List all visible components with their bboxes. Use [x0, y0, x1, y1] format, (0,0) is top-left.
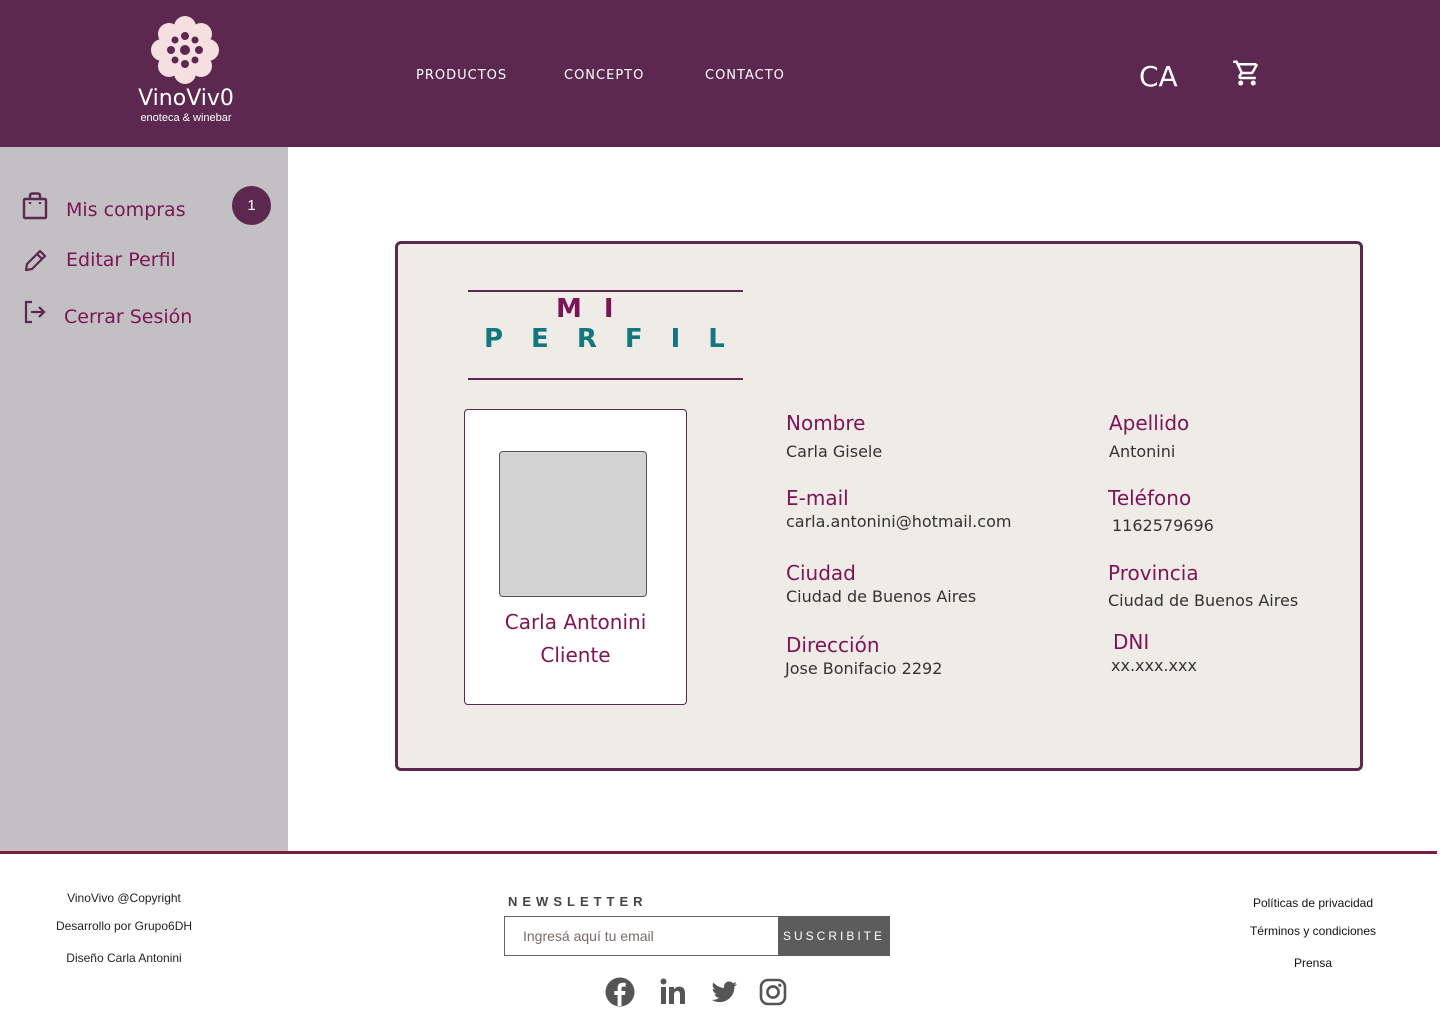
pencil-icon [24, 249, 47, 272]
footer-divider [0, 851, 1437, 854]
sidebar-item-label: Cerrar Sesión [64, 306, 193, 328]
brand-subtitle: enoteca & winebar [140, 112, 232, 124]
field-value-dni: xx.xxx.xxx [1111, 656, 1197, 675]
twitter-icon[interactable] [708, 976, 740, 1008]
field-value-telefono: 1162579696 [1112, 516, 1214, 535]
link-press[interactable]: Prensa [1233, 956, 1393, 970]
page-title-line1: MI [556, 294, 636, 324]
sidebar-item-label: Mis compras [66, 199, 186, 221]
field-label-direccion: Dirección [786, 633, 880, 657]
field-value-nombre: Carla Gisele [786, 442, 883, 461]
sidebar-item-mis-compras[interactable]: Mis compras [22, 191, 186, 221]
footer-design-credit: Diseño Carla Antonini [66, 951, 182, 965]
field-value-direccion: Jose Bonifacio 2292 [785, 659, 943, 678]
shopping-bag-icon [22, 192, 48, 220]
sidebar-item-label: Editar Perfil [66, 249, 176, 271]
field-value-provincia: Ciudad de Buenos Aires [1108, 591, 1299, 610]
field-label-telefono: Teléfono [1108, 486, 1192, 510]
field-value-apellido: Antonini [1109, 442, 1176, 461]
field-label-apellido: Apellido [1109, 411, 1190, 435]
footer-developer: Desarrollo por Grupo6DH [55, 919, 193, 933]
cart-icon[interactable] [1232, 58, 1262, 88]
field-value-ciudad: Ciudad de Buenos Aires [786, 587, 977, 606]
page-title-line2: PERFIL [484, 324, 753, 354]
brand-name: VinoViv0 [138, 86, 234, 111]
profile-card: MI PERFIL Carla Antonini Cliente Nombre … [395, 241, 1363, 771]
link-privacy-policy[interactable]: Políticas de privacidad [1233, 896, 1393, 910]
nav-contacto[interactable]: CONTACTO [705, 68, 785, 83]
profile-role: Cliente [540, 643, 611, 667]
nav-productos[interactable]: PRODUCTOS [416, 68, 507, 83]
header: VinoViv0 enoteca & winebar PRODUCTOS CON… [0, 0, 1440, 147]
field-label-ciudad: Ciudad [786, 561, 856, 585]
subscribe-button[interactable]: SUSCRIBITE [778, 916, 890, 956]
field-value-email: carla.antonini@hotmail.com [786, 512, 1012, 531]
field-label-nombre: Nombre [786, 411, 866, 435]
sidebar-item-cerrar-sesion[interactable]: Cerrar Sesión [22, 296, 192, 328]
field-label-email: E-mail [786, 486, 849, 510]
logo[interactable]: VinoViv0 enoteca & winebar [130, 16, 242, 126]
sidebar-item-editar-perfil[interactable]: Editar Perfil [22, 246, 176, 274]
purchases-count-badge: 1 [232, 186, 271, 225]
nav-concepto[interactable]: CONCEPTO [564, 68, 644, 83]
field-label-dni: DNI [1113, 630, 1150, 654]
title-divider-bottom [468, 378, 743, 380]
logo-flower-icon [151, 16, 219, 84]
facebook-icon[interactable] [604, 976, 636, 1008]
title-divider-top [468, 290, 743, 292]
user-initials[interactable]: CA [1139, 60, 1178, 93]
logout-icon [24, 300, 46, 324]
newsletter-email-input[interactable] [504, 916, 779, 956]
instagram-icon[interactable] [757, 976, 789, 1008]
profile-name: Carla Antonini [504, 610, 647, 634]
linkedin-icon[interactable] [657, 976, 689, 1008]
link-terms[interactable]: Términos y condiciones [1233, 924, 1393, 938]
avatar[interactable] [499, 451, 647, 597]
profile-photo-card: Carla Antonini Cliente [464, 409, 687, 705]
field-label-provincia: Provincia [1108, 561, 1199, 585]
newsletter-title: NEWSLETTER [508, 894, 648, 909]
footer-copyright: VinoVivo @Copyright [67, 891, 181, 905]
